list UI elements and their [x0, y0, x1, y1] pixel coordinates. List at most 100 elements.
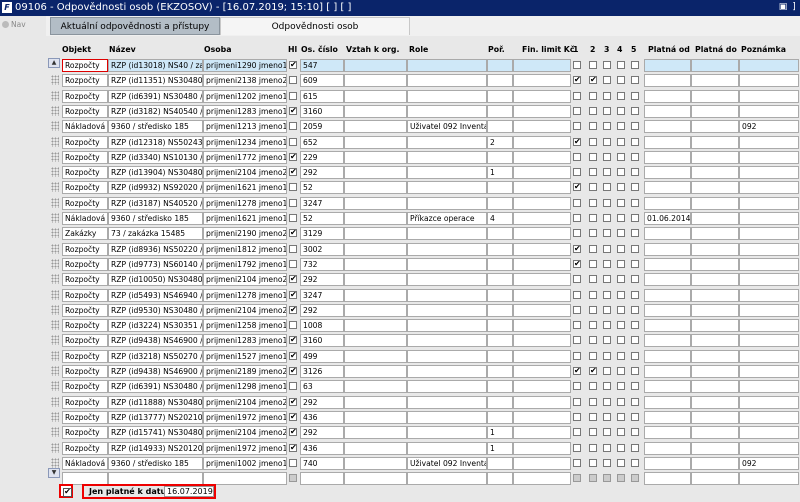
flag-1-checkbox[interactable] [573, 474, 581, 483]
cell-nazev[interactable]: RZP (id11888) NS30480 / [108, 395, 203, 409]
cell-poznamka[interactable] [739, 104, 799, 118]
hl-checkbox[interactable] [289, 122, 297, 131]
cell-platna-do[interactable] [691, 89, 739, 103]
row-handle[interactable] [48, 196, 59, 208]
cell-objekt[interactable]: Rozpočty [62, 441, 108, 455]
close-icon[interactable]: ] [789, 2, 799, 12]
cell-nazev[interactable]: RZP (id3340) NS10130 / z [108, 150, 203, 164]
flag-3-checkbox[interactable] [603, 122, 611, 131]
cell-os-cislo[interactable]: 436 [300, 441, 344, 455]
flag-2-checkbox[interactable] [589, 443, 597, 452]
cell-platna-od[interactable] [644, 150, 691, 164]
row-handle[interactable] [48, 89, 59, 101]
cell-fin-limit[interactable] [513, 227, 571, 241]
cell-os-cislo[interactable] [300, 472, 344, 486]
cell-vztah[interactable] [344, 365, 407, 378]
cell-vztah[interactable] [344, 380, 407, 394]
cell-platna-od[interactable] [644, 426, 691, 440]
cell-nazev[interactable]: RZP (id9932) NS92020 / z [108, 181, 203, 195]
cell-objekt[interactable]: Rozpočty [62, 59, 108, 72]
cell-vztah[interactable] [344, 242, 407, 256]
flag-5-checkbox[interactable] [631, 244, 639, 253]
cell-platna-do[interactable] [691, 135, 739, 149]
flag-5-checkbox[interactable] [631, 106, 639, 115]
cell-poznamka[interactable] [739, 150, 799, 164]
table-row[interactable]: Nákladová s 9360 / středisko 185 prijmeni1… [46, 119, 800, 134]
table-row[interactable]: Rozpočty RZP (id13777) NS20210 /prijmeni1… [46, 410, 800, 425]
cell-vztah[interactable] [344, 104, 407, 118]
flag-5-checkbox[interactable] [631, 152, 639, 161]
cell-vztah[interactable] [344, 89, 407, 103]
cell-platna-do[interactable] [691, 349, 739, 363]
cell-fin-limit[interactable] [513, 380, 571, 394]
flag-2-checkbox[interactable] [589, 198, 597, 207]
flag-5-checkbox[interactable] [631, 122, 639, 131]
flag-3-checkbox[interactable] [603, 137, 611, 146]
cell-platna-od[interactable] [644, 273, 691, 287]
flag-3-checkbox[interactable] [603, 275, 611, 284]
flag-3-checkbox[interactable] [603, 321, 611, 330]
tab-current-responsibilities[interactable]: Aktuální odpovědnosti a přístupy osob [50, 17, 220, 50]
row-handle[interactable] [48, 364, 59, 376]
flag-3-checkbox[interactable] [603, 198, 611, 207]
flag-1-checkbox[interactable] [573, 214, 581, 222]
cell-os-cislo[interactable]: 3129 [300, 227, 344, 241]
flag-1-checkbox[interactable] [573, 198, 581, 207]
cell-por[interactable]: 2 [487, 135, 513, 149]
cell-nazev[interactable]: RZP (id8936) NS50220 / z [108, 242, 203, 256]
cell-vztah[interactable] [344, 196, 407, 210]
cell-platna-do[interactable] [691, 472, 739, 486]
table-row[interactable]: Rozpočty RZP (id9932) NS92020 / z prijmeni… [46, 180, 800, 195]
cell-platna-od[interactable] [644, 334, 691, 348]
cell-por[interactable] [487, 288, 513, 302]
cell-objekt[interactable]: Nákladová s [62, 120, 108, 134]
cell-platna-od[interactable] [644, 365, 691, 378]
cell-osoba[interactable]: prijmeni1002 jmeno100 [203, 456, 287, 470]
cell-poznamka[interactable] [739, 472, 799, 486]
cell-fin-limit[interactable] [513, 426, 571, 440]
hl-checkbox[interactable] [289, 336, 297, 345]
hl-checkbox[interactable] [289, 152, 297, 161]
cell-platna-od[interactable] [644, 74, 691, 88]
table-row[interactable]: Rozpočty RZP (id12318) NS50243 /prijmeni1… [46, 135, 800, 150]
cell-osoba[interactable]: prijmeni2189 jmeno218 [203, 365, 287, 378]
flag-4-checkbox[interactable] [617, 198, 625, 207]
hl-checkbox[interactable] [289, 229, 297, 238]
cell-osoba[interactable]: prijmeni2190 jmeno219 [203, 227, 287, 241]
cell-osoba[interactable]: prijmeni1290 jmeno129 [203, 59, 287, 72]
cell-platna-od[interactable] [644, 441, 691, 455]
cell-fin-limit[interactable] [513, 288, 571, 302]
flag-5-checkbox[interactable] [631, 428, 639, 437]
flag-1-checkbox[interactable] [573, 168, 581, 177]
cell-platna-do[interactable] [691, 242, 739, 256]
flag-5-checkbox[interactable] [631, 198, 639, 207]
cell-os-cislo[interactable]: 292 [300, 303, 344, 317]
table-row[interactable]: Rozpočty RZP (id13904) NS30480 /prijmeni2… [46, 165, 800, 180]
hl-checkbox[interactable] [289, 244, 297, 253]
table-row[interactable]: Rozpočty RZP (id9530) NS30480 / z prijmeni… [46, 303, 800, 318]
cell-osoba[interactable]: prijmeni1278 jmeno127 [203, 196, 287, 210]
cell-vztah[interactable] [344, 227, 407, 241]
flag-4-checkbox[interactable] [617, 412, 625, 421]
cell-por[interactable] [487, 380, 513, 394]
flag-3-checkbox[interactable] [603, 443, 611, 452]
cell-role[interactable] [407, 242, 487, 256]
cell-fin-limit[interactable] [513, 334, 571, 348]
cell-poznamka[interactable] [739, 227, 799, 241]
hl-checkbox[interactable] [289, 382, 297, 391]
table-row[interactable]: Rozpočty RZP (id9773) NS60140 / z prijmeni… [46, 257, 800, 272]
cell-fin-limit[interactable] [513, 441, 571, 455]
cell-objekt[interactable]: Nákladová s [62, 212, 108, 225]
row-handle[interactable] [48, 303, 59, 315]
cell-role[interactable] [407, 472, 487, 486]
cell-por[interactable] [487, 74, 513, 88]
cell-nazev[interactable]: RZP (id3218) NS50270 / z [108, 349, 203, 363]
cell-nazev[interactable]: RZP (id3182) NS40540 / z [108, 104, 203, 118]
cell-fin-limit[interactable] [513, 89, 571, 103]
flag-2-checkbox[interactable] [589, 305, 597, 314]
cell-fin-limit[interactable] [513, 104, 571, 118]
table-row[interactable]: Zakázky 73 / zakázka 15485 prijmeni2190 jm… [46, 226, 800, 241]
cell-poznamka[interactable] [739, 303, 799, 317]
flag-2-checkbox[interactable] [589, 214, 597, 222]
flag-2-checkbox[interactable] [589, 61, 597, 69]
